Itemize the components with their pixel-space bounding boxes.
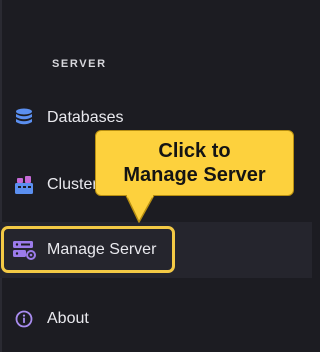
highlight-outline xyxy=(1,226,175,273)
callout-pointer xyxy=(125,195,155,223)
cluster-icon xyxy=(12,173,36,197)
callout-line-2: Manage Server xyxy=(123,164,266,186)
callout-line-1: Click to xyxy=(158,140,231,162)
database-icon xyxy=(12,106,36,130)
sidebar-item-label: About xyxy=(47,310,89,327)
callout-tooltip: Click to Manage Server xyxy=(95,130,294,196)
sidebar-item-label: Databases xyxy=(47,109,124,126)
info-icon xyxy=(12,307,36,331)
sidebar: SERVER Databases Clusters Manage Server … xyxy=(0,0,312,352)
section-header-server: SERVER xyxy=(52,58,107,70)
sidebar-item-about[interactable]: About xyxy=(0,291,312,347)
